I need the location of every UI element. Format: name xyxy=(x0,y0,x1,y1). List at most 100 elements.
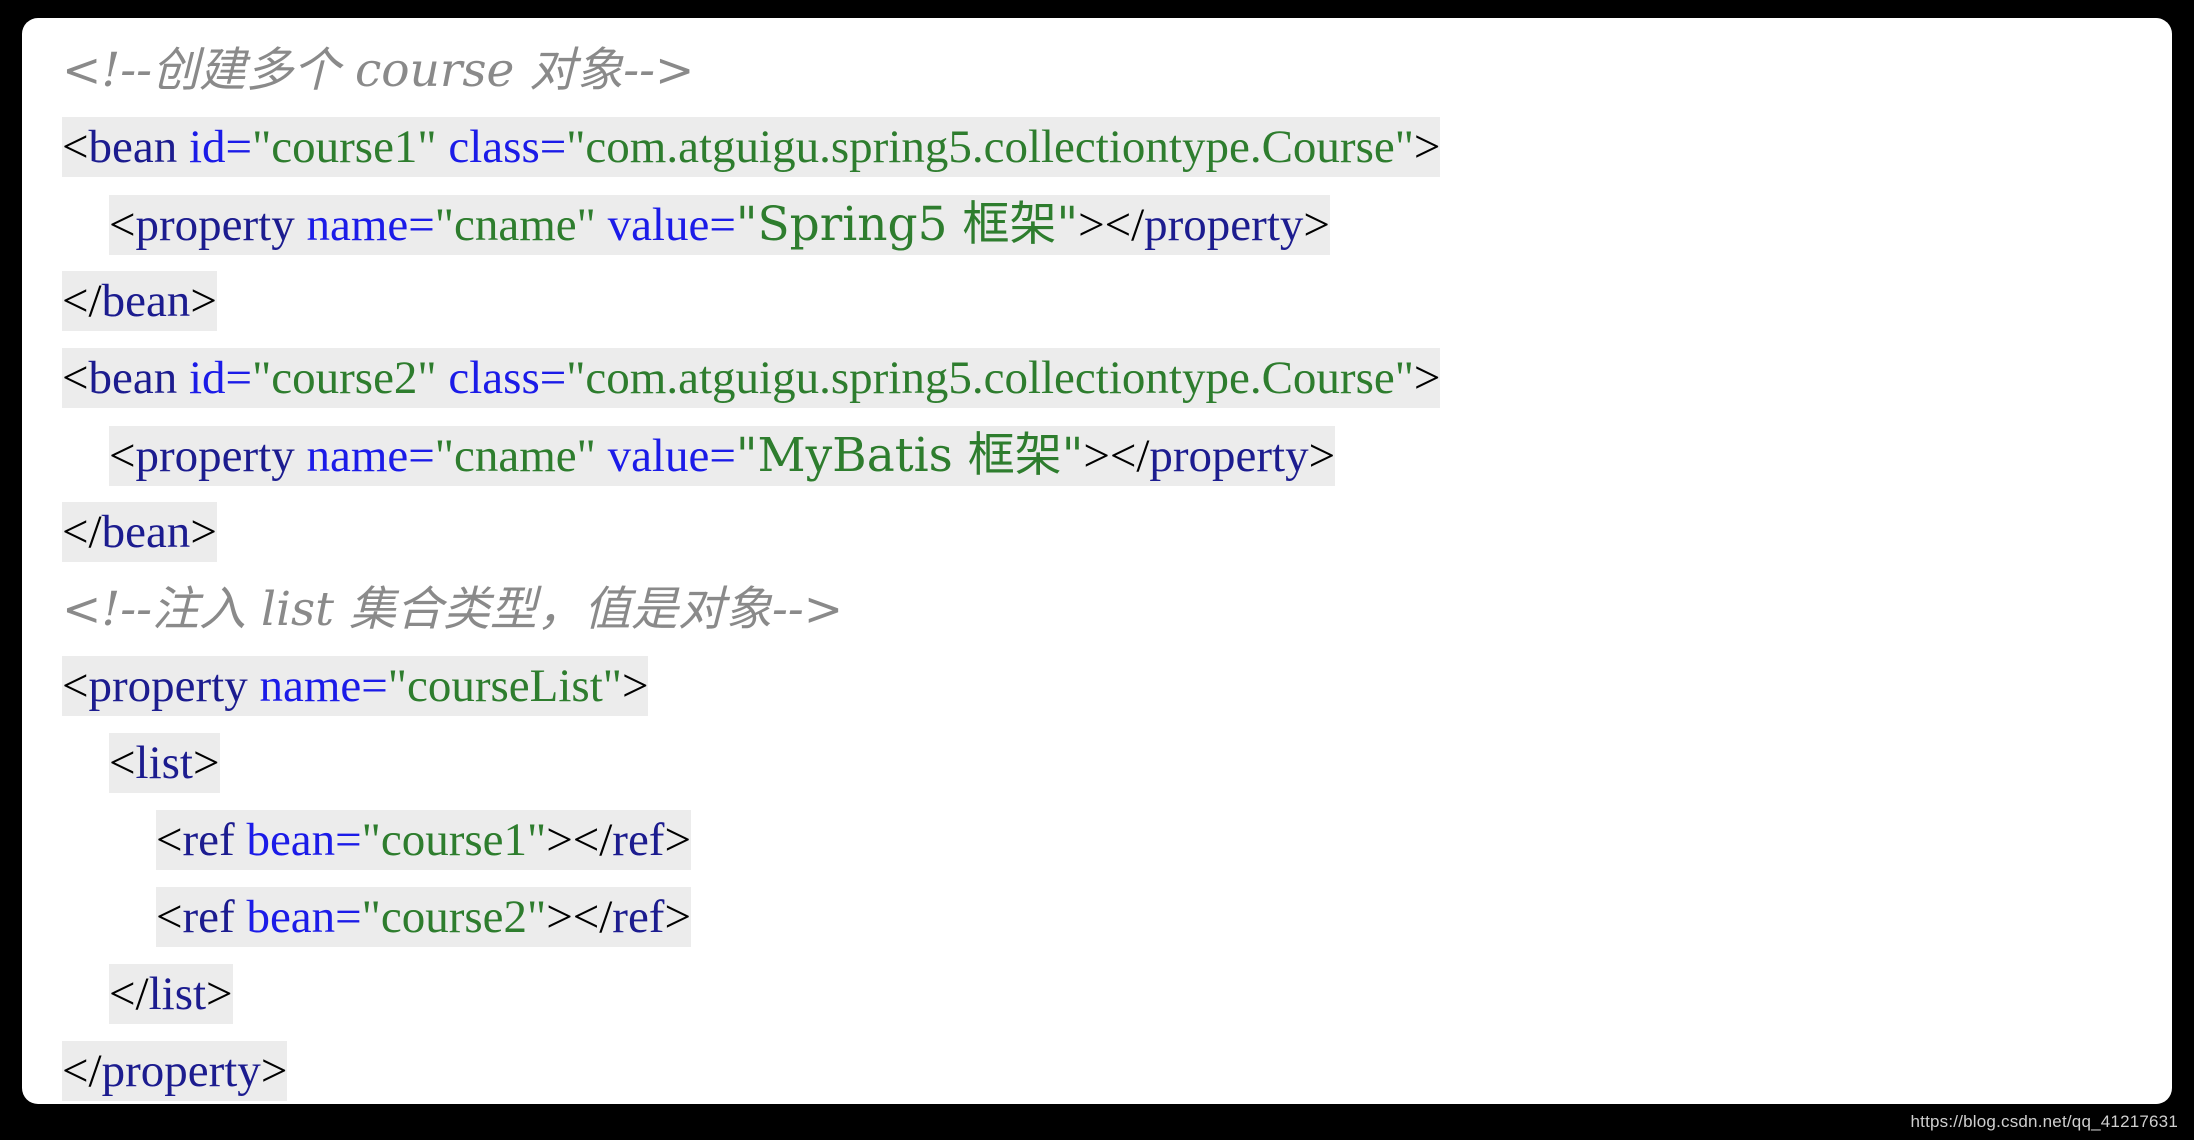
token-punc: < xyxy=(109,199,136,251)
csdn-watermark: https://blog.csdn.net/qq_41217631 xyxy=(1910,1112,2178,1131)
token-punc: ></ xyxy=(1083,430,1150,482)
token-punc xyxy=(295,199,307,251)
code-text: <ref bean="course1"></ref> xyxy=(156,810,691,870)
code-text: <property name="cname" value="MyBatis 框架… xyxy=(109,426,1336,486)
token-comment: <!--注入 list 集合类型，值是对象--> xyxy=(62,582,844,637)
token-punc xyxy=(437,352,449,404)
token-punc: < xyxy=(156,891,183,943)
code-comment: <!--注入 list 集合类型，值是对象--> xyxy=(62,582,844,637)
token-punc xyxy=(177,121,189,173)
token-attr: class= xyxy=(448,352,567,404)
code-line: <ref bean="course1"></ref> xyxy=(62,802,2172,879)
code-line: <!--注入 list 集合类型，值是对象--> xyxy=(62,571,2172,648)
token-punc xyxy=(596,430,608,482)
code-text: <property name="courseList"> xyxy=(62,656,649,716)
code-line: <bean id="course1" class="com.atguigu.sp… xyxy=(62,109,2172,186)
code-text: <bean id="course2" class="com.atguigu.sp… xyxy=(62,348,1441,408)
token-tag: ref xyxy=(612,891,665,943)
token-punc xyxy=(437,121,449,173)
token-punc: > xyxy=(1413,121,1441,173)
token-attr: id= xyxy=(189,352,253,404)
token-punc: > xyxy=(1413,352,1441,404)
code-line: </bean> xyxy=(62,494,2172,571)
token-val: "course1" xyxy=(361,814,547,866)
token-attr: name= xyxy=(306,430,435,482)
code-line: <property name="cname" value="Spring5 框架… xyxy=(62,186,2172,263)
token-punc xyxy=(248,660,260,712)
token-punc: </ xyxy=(62,506,102,558)
code-text: <bean id="course1" class="com.atguigu.sp… xyxy=(62,117,1441,177)
code-text: </list> xyxy=(109,964,233,1024)
code-line: <bean id="course2" class="com.atguigu.sp… xyxy=(62,340,2172,417)
token-punc: ></ xyxy=(546,891,613,943)
token-punc: < xyxy=(156,814,183,866)
token-punc: > xyxy=(1308,430,1336,482)
code-line: </property> xyxy=(62,1033,2172,1104)
code-text: </bean> xyxy=(62,271,217,331)
token-attr: name= xyxy=(259,660,388,712)
token-tag: list xyxy=(135,737,193,789)
token-attr: bean= xyxy=(246,891,362,943)
code-comment: <!--创建多个 course 对象--> xyxy=(62,43,694,98)
code-line: </list> xyxy=(62,956,2172,1033)
token-val: "course2" xyxy=(361,891,547,943)
token-punc: </ xyxy=(62,275,102,327)
token-punc: > xyxy=(621,660,649,712)
token-punc: > xyxy=(190,506,217,558)
token-punc: < xyxy=(62,352,89,404)
token-val: "com.atguigu.spring5.collectiontype.Cour… xyxy=(566,121,1414,173)
token-val: "cname" xyxy=(434,199,596,251)
token-punc: > xyxy=(190,275,217,327)
token-punc: ></ xyxy=(1078,199,1145,251)
token-attr: bean= xyxy=(246,814,362,866)
token-tag: ref xyxy=(182,891,235,943)
code-line: <ref bean="course2"></ref> xyxy=(62,879,2172,956)
token-punc xyxy=(235,814,247,866)
token-tag: property xyxy=(101,1045,261,1097)
token-attr: class= xyxy=(448,121,567,173)
token-val: "MyBatis 框架" xyxy=(735,428,1084,483)
token-punc: > xyxy=(206,968,233,1020)
token-punc: < xyxy=(62,660,89,712)
code-text: <ref bean="course2"></ref> xyxy=(156,887,691,947)
token-tag: property xyxy=(1149,430,1309,482)
code-line: <property name="courseList"> xyxy=(62,648,2172,725)
token-tag: list xyxy=(148,968,207,1020)
code-line: <list> xyxy=(62,725,2172,802)
token-attr: value= xyxy=(607,430,736,482)
token-punc: </ xyxy=(109,968,149,1020)
token-val: "cname" xyxy=(434,430,596,482)
token-punc: > xyxy=(664,814,691,866)
token-tag: property xyxy=(88,660,248,712)
token-tag: bean xyxy=(101,506,191,558)
token-punc: > xyxy=(260,1045,288,1097)
token-punc: > xyxy=(664,891,691,943)
token-punc: < xyxy=(109,737,136,789)
token-tag: bean xyxy=(101,275,191,327)
token-tag: ref xyxy=(612,814,665,866)
code-text: <property name="cname" value="Spring5 框架… xyxy=(109,195,1330,255)
token-tag: property xyxy=(135,199,295,251)
code-block: <!--创建多个 course 对象--> <bean id="course1" … xyxy=(22,32,2172,1104)
token-punc: </ xyxy=(62,1045,102,1097)
token-tag: bean xyxy=(88,121,178,173)
token-attr: name= xyxy=(306,199,435,251)
token-attr: value= xyxy=(607,199,736,251)
token-tag: property xyxy=(1144,199,1304,251)
token-val: "course1" xyxy=(252,121,437,173)
token-val: "course2" xyxy=(252,352,437,404)
token-tag: property xyxy=(135,430,295,482)
token-attr: id= xyxy=(189,121,253,173)
token-punc xyxy=(295,430,307,482)
code-line: <property name="cname" value="MyBatis 框架… xyxy=(62,417,2172,494)
token-punc: ></ xyxy=(546,814,613,866)
code-text: </bean> xyxy=(62,502,217,562)
code-line: </bean> xyxy=(62,263,2172,340)
token-punc: > xyxy=(1303,199,1330,251)
token-val: "courseList" xyxy=(387,660,622,712)
token-punc: < xyxy=(62,121,89,173)
token-val: "Spring5 框架" xyxy=(735,197,1079,252)
